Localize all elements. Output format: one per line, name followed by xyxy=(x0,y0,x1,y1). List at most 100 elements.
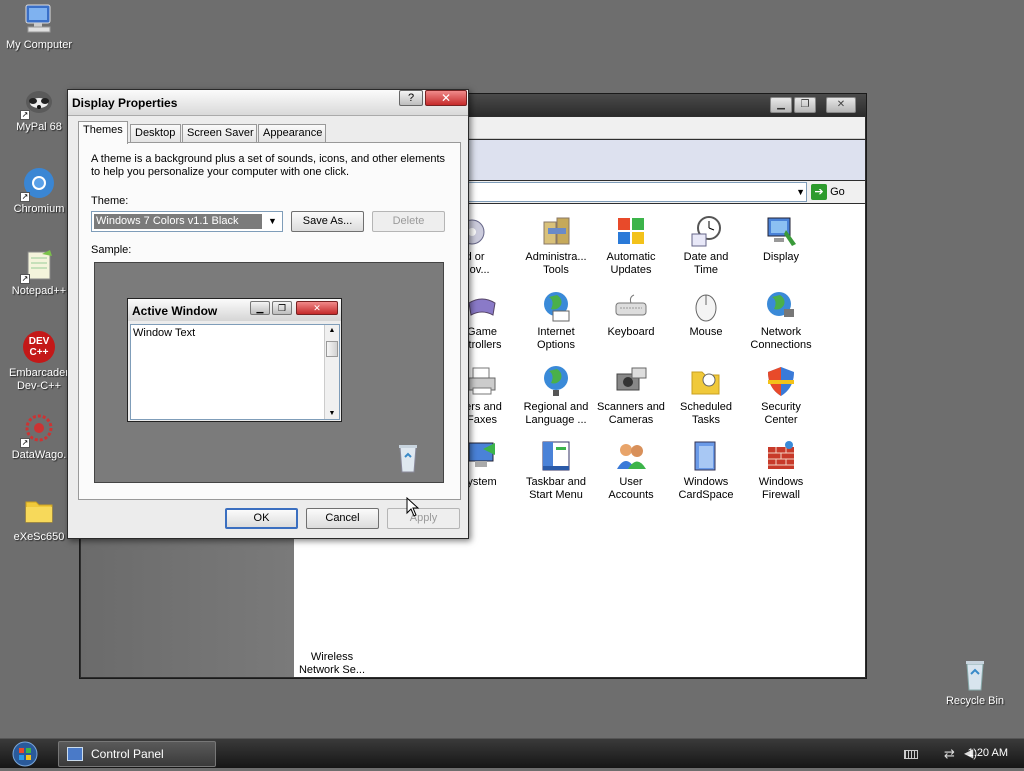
system-icon xyxy=(465,439,499,473)
desktop-icon-my-computer[interactable]: My Computer xyxy=(0,2,78,52)
windows-orb-icon xyxy=(12,741,38,767)
sample-text-area: Window Text ▲ ▼ xyxy=(130,324,340,420)
cp-item-scanners-and-cameras[interactable]: Scanners and Cameras xyxy=(593,364,669,427)
chromium-icon: ↗ xyxy=(20,166,56,202)
theme-select[interactable]: Windows 7 Colors v1.1 Black ▼ xyxy=(91,211,283,232)
cp-item-security-center[interactable]: Security Center xyxy=(743,364,819,427)
printer-icon xyxy=(465,364,499,398)
theme-description: A theme is a background plus a set of so… xyxy=(91,153,446,178)
shortcut-arrow-icon: ↗ xyxy=(20,438,30,448)
gamepad-icon xyxy=(465,289,499,323)
sample-titlebar: Active Window ▁ ❐ ✕ xyxy=(128,299,341,321)
taskbar-button-label: Control Panel xyxy=(91,747,164,761)
windows-update-icon xyxy=(614,214,648,248)
scroll-thumb xyxy=(326,341,338,357)
address-dropdown-icon[interactable]: ▼ xyxy=(796,187,805,197)
cp-item-administrative-tools[interactable]: Administra... Tools xyxy=(518,214,594,277)
cp-item-windows-firewall[interactable]: Windows Firewall xyxy=(743,439,819,502)
sample-recycle-bin-icon xyxy=(397,443,419,473)
taskbar-icon xyxy=(539,439,573,473)
dialog-title: Display Properties xyxy=(72,96,178,110)
close-button[interactable]: ✕ xyxy=(425,90,467,106)
minimize-button[interactable]: ▁ xyxy=(770,97,792,113)
cancel-button[interactable]: Cancel xyxy=(306,508,379,529)
sample-maximize-icon: ❐ xyxy=(272,301,292,315)
mouse-cursor-icon xyxy=(406,497,420,517)
notepadpp-icon: ↗ xyxy=(20,248,56,284)
administrative-tools-icon xyxy=(539,214,573,248)
scroll-up-icon: ▲ xyxy=(328,327,336,334)
save-as-button[interactable]: Save As... xyxy=(291,211,364,232)
cp-item-user-accounts[interactable]: User Accounts xyxy=(593,439,669,502)
tab-screen-saver[interactable]: Screen Saver xyxy=(182,124,257,143)
network-icon[interactable]: ⇄ xyxy=(944,746,955,762)
theme-sample-preview: Active Window ▁ ❐ ✕ Window Text ▲ ▼ xyxy=(94,262,444,483)
cp-item-internet-options[interactable]: Internet Options xyxy=(518,289,594,352)
sample-minimize-icon: ▁ xyxy=(250,301,270,315)
close-button[interactable]: ✕ xyxy=(826,97,856,113)
cp-item-scheduled-tasks[interactable]: Scheduled Tasks xyxy=(668,364,744,427)
sample-active-window: Active Window ▁ ❐ ✕ Window Text ▲ ▼ xyxy=(127,298,342,422)
apply-button[interactable]: Apply xyxy=(387,508,460,529)
network-globe-icon xyxy=(764,289,798,323)
recycle-bin-icon xyxy=(958,658,992,692)
raccoon-icon: ↗ xyxy=(20,84,56,120)
shortcut-arrow-icon: ↗ xyxy=(20,110,30,120)
computer-icon xyxy=(22,2,56,36)
firewall-icon xyxy=(764,439,798,473)
taskbar: Control Panel ⇄ ◀) 1:20 AM xyxy=(0,738,1024,768)
tab-desktop[interactable]: Desktop xyxy=(130,124,181,143)
folder-icon xyxy=(22,494,56,528)
sample-close-icon: ✕ xyxy=(296,301,338,315)
tab-appearance[interactable]: Appearance xyxy=(258,124,326,143)
maximize-button[interactable]: ❐ xyxy=(794,97,816,113)
sample-scrollbar: ▲ ▼ xyxy=(324,325,339,419)
display-properties-dialog: Display Properties ? ✕ Themes Desktop Sc… xyxy=(67,89,469,539)
devcpp-logo-text: DEV C++ xyxy=(28,336,50,358)
themes-panel: A theme is a background plus a set of so… xyxy=(78,142,461,500)
theme-select-value: Windows 7 Colors v1.1 Black xyxy=(94,214,262,229)
globe-icon xyxy=(539,289,573,323)
chevron-down-icon[interactable]: ▼ xyxy=(264,213,281,230)
tab-themes[interactable]: Themes xyxy=(78,121,128,144)
control-panel-icon xyxy=(67,747,83,761)
shield-icon xyxy=(764,364,798,398)
cp-item-display[interactable]: Display xyxy=(743,214,819,264)
regional-globe-icon xyxy=(539,364,573,398)
cp-item-automatic-updates[interactable]: Automatic Updates xyxy=(593,214,669,277)
sample-label: Sample: xyxy=(91,244,132,256)
desktop-icon-label: Recycle Bin xyxy=(945,695,1005,707)
cp-item-mouse[interactable]: Mouse xyxy=(668,289,744,339)
dialog-titlebar[interactable]: Display Properties ? ✕ xyxy=(68,90,468,116)
cp-item-network-connections[interactable]: Network Connections xyxy=(743,289,819,352)
ok-button[interactable]: OK xyxy=(225,508,298,529)
start-button[interactable] xyxy=(6,740,44,768)
theme-label: Theme: xyxy=(91,195,129,207)
cp-item-keyboard[interactable]: Keyboard xyxy=(593,289,669,339)
keyboard-icon[interactable] xyxy=(904,750,918,759)
sample-window-text: Window Text xyxy=(133,327,196,339)
cp-item-taskbar-and-start-menu[interactable]: Taskbar and Start Menu xyxy=(518,439,594,502)
cp-item-regional-and-language[interactable]: Regional and Language ... xyxy=(518,364,594,427)
users-icon xyxy=(614,439,648,473)
cp-item-windows-cardspace[interactable]: Windows CardSpace xyxy=(668,439,744,502)
clock-icon xyxy=(689,214,723,248)
mouse-icon xyxy=(689,289,723,323)
cp-item-wireless-network-setup[interactable]: Wireless Network Se... xyxy=(294,614,370,677)
sample-window-title: Active Window xyxy=(132,304,218,318)
go-button[interactable]: ➔ Go xyxy=(811,183,861,201)
system-tray: ⇄ ◀) 1:20 AM xyxy=(874,739,1024,769)
datawago-icon: ↗ xyxy=(20,412,56,448)
keyboard-icon xyxy=(614,289,648,323)
clock[interactable]: 1:20 AM xyxy=(968,747,1008,759)
delete-button[interactable]: Delete xyxy=(372,211,445,232)
scheduled-tasks-folder-icon xyxy=(689,364,723,398)
wireless-icon xyxy=(315,614,349,648)
help-button[interactable]: ? xyxy=(399,90,423,106)
cp-item-date-and-time[interactable]: Date and Time xyxy=(668,214,744,277)
desktop-icon-recycle-bin[interactable]: Recycle Bin xyxy=(936,658,1014,708)
camera-icon xyxy=(614,364,648,398)
taskbar-button-control-panel[interactable]: Control Panel xyxy=(58,741,216,767)
scroll-down-icon: ▼ xyxy=(328,410,336,417)
cardspace-icon xyxy=(689,439,723,473)
